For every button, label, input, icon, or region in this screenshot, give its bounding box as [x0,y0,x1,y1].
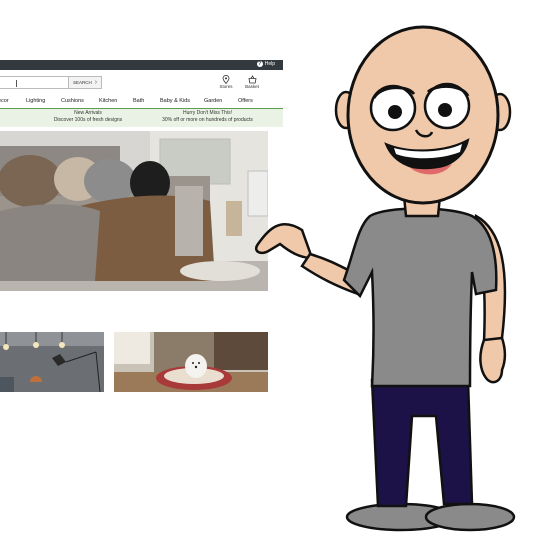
right-hand [479,336,507,384]
pendant-lights-image [0,332,104,392]
bald-head [346,25,500,205]
stores-label: Stores [219,84,233,89]
raised-hand [254,223,314,260]
location-pin-icon [222,75,230,84]
search-button[interactable]: SEARCH › [68,76,102,89]
nav-item-garden[interactable]: Garden [204,98,222,104]
living-room-image [0,131,268,291]
lighting-thumbnail[interactable] [0,332,104,392]
grey-t-shirt [342,207,498,388]
right-shoe [424,502,516,532]
promo-left-title: New Arrivals [74,110,102,116]
hero-image[interactable] [0,131,268,291]
trousers [370,378,474,508]
promo-left-subtitle: Discover 100s of fresh designs [53,117,123,123]
nav-item-baby-kids[interactable]: Baby & Kids [160,98,190,104]
nav-item-kitchen[interactable]: Kitchen [99,98,117,104]
promo-new-arrivals[interactable]: New Arrivals Discover 100s of fresh desi… [48,110,128,124]
cartoon-presenter [254,25,516,532]
nav-item-decor[interactable]: ecor [0,98,9,104]
search-button-label: SEARCH [72,80,92,85]
search-input[interactable] [0,76,68,89]
right-pupil [438,103,452,117]
chevron-right-icon: › [94,79,98,86]
left-pupil [388,105,402,119]
text-cursor [16,80,17,87]
nav-item-cushions[interactable]: Cushions [61,98,84,104]
nav-item-bath[interactable]: Bath [133,98,144,104]
nav-item-lighting[interactable]: Lighting [26,98,45,104]
stores-link[interactable]: Stores [214,75,238,89]
